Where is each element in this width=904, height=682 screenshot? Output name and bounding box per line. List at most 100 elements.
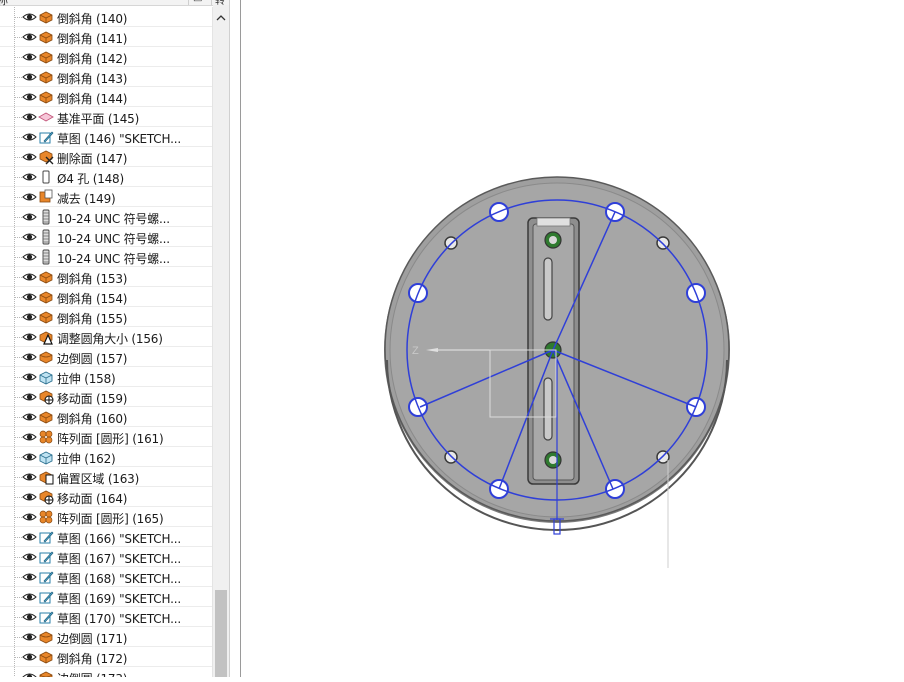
tree-row[interactable]: 倒斜角 (172) [0, 647, 212, 667]
tree-row[interactable]: 倒斜角 (142) [0, 47, 212, 67]
feature-label: 10-24 UNC 符号螺... [57, 232, 170, 246]
tree-row[interactable]: 偏置区域 (163) [0, 467, 212, 487]
visibility-eye-icon[interactable] [22, 190, 37, 204]
model-view[interactable]: Z [241, 0, 904, 677]
sketch-icon [38, 129, 54, 145]
visibility-eye-icon[interactable] [22, 130, 37, 144]
visibility-eye-icon[interactable] [22, 150, 37, 164]
feature-label: 边倒圆 (157) [57, 352, 128, 366]
tree-row[interactable]: 移动面 (159) [0, 387, 212, 407]
tree-connector [15, 297, 22, 298]
visibility-eye-icon[interactable] [22, 10, 37, 24]
tree-row[interactable]: 倒斜角 (144) [0, 87, 212, 107]
tree-row[interactable]: 草图 (167) "SKETCH... [0, 547, 212, 567]
tree-row[interactable]: 阵列面 [圆形] (161) [0, 427, 212, 447]
thread-icon [38, 249, 54, 265]
visibility-eye-icon[interactable] [22, 650, 37, 664]
tree-row[interactable]: 删除面 (147) [0, 147, 212, 167]
scroll-up-button[interactable] [213, 5, 229, 25]
visibility-eye-icon[interactable] [22, 30, 37, 44]
navigator-header: 称 □ 转 [0, 0, 230, 7]
visibility-eye-icon[interactable] [22, 270, 37, 284]
visibility-eye-icon[interactable] [22, 70, 37, 84]
tree-row[interactable]: 边倒圆 (171) [0, 627, 212, 647]
visibility-eye-icon[interactable] [22, 450, 37, 464]
visibility-eye-icon[interactable] [22, 490, 37, 504]
visibility-eye-icon[interactable] [22, 390, 37, 404]
tree-row[interactable]: 倒斜角 (143) [0, 67, 212, 87]
tree-row[interactable]: 草图 (170) "SKETCH... [0, 607, 212, 627]
panel-splitter[interactable] [230, 0, 240, 677]
tree-row[interactable]: 调整圆角大小 (156) [0, 327, 212, 347]
chamfer-icon [38, 289, 54, 305]
visibility-eye-icon[interactable] [22, 170, 37, 184]
feature-label: 倒斜角 (155) [57, 312, 128, 326]
column-header-icon[interactable]: □ [193, 0, 202, 3]
visibility-eye-icon[interactable] [22, 310, 37, 324]
tree-row[interactable]: 草图 (166) "SKETCH... [0, 527, 212, 547]
tree-row[interactable]: 草图 (146) "SKETCH... [0, 127, 212, 147]
tree-row[interactable]: 草图 (169) "SKETCH... [0, 587, 212, 607]
visibility-eye-icon[interactable] [22, 250, 37, 264]
extrude-icon [38, 369, 54, 385]
visibility-eye-icon[interactable] [22, 470, 37, 484]
visibility-eye-icon[interactable] [22, 290, 37, 304]
tree-row[interactable]: 倒斜角 (160) [0, 407, 212, 427]
tree-connector [15, 77, 22, 78]
tree-row[interactable]: 拉伸 (162) [0, 447, 212, 467]
tree-row[interactable]: 阵列面 [圆形] (165) [0, 507, 212, 527]
chamfer-icon [38, 409, 54, 425]
tree-row[interactable]: 边倒圆 (173) [0, 667, 212, 677]
visibility-eye-icon[interactable] [22, 630, 37, 644]
graphics-viewport[interactable]: Z [241, 0, 904, 677]
tree-connector [15, 157, 22, 158]
datum-plane-icon [38, 109, 54, 125]
chamfer-icon [38, 89, 54, 105]
visibility-eye-icon[interactable] [22, 110, 37, 124]
tree-row[interactable]: 10-24 UNC 符号螺... [0, 227, 212, 247]
feature-label: 10-24 UNC 符号螺... [57, 212, 170, 226]
visibility-eye-icon[interactable] [22, 50, 37, 64]
feature-label: 倒斜角 (140) [57, 12, 128, 26]
pattern-face-icon [38, 509, 54, 525]
visibility-eye-icon[interactable] [22, 570, 37, 584]
z-axis-label: Z [412, 345, 419, 357]
visibility-eye-icon[interactable] [22, 230, 37, 244]
visibility-eye-icon[interactable] [22, 530, 37, 544]
feature-label: 倒斜角 (153) [57, 272, 128, 286]
visibility-eye-icon[interactable] [22, 90, 37, 104]
vertical-scrollbar[interactable] [213, 5, 229, 677]
tree-connector [15, 657, 22, 658]
tree-connector [15, 97, 22, 98]
visibility-eye-icon[interactable] [22, 550, 37, 564]
tree-row[interactable]: Ø4 孔 (148) [0, 167, 212, 187]
tree-connector [15, 417, 22, 418]
visibility-eye-icon[interactable] [22, 350, 37, 364]
visibility-eye-icon[interactable] [22, 370, 37, 384]
visibility-eye-icon[interactable] [22, 410, 37, 424]
visibility-eye-icon[interactable] [22, 210, 37, 224]
feature-label: 草图 (168) "SKETCH... [57, 572, 181, 586]
scroll-thumb[interactable] [215, 590, 227, 677]
tree-row[interactable]: 倒斜角 (155) [0, 307, 212, 327]
visibility-eye-icon[interactable] [22, 430, 37, 444]
tree-row[interactable]: 减去 (149) [0, 187, 212, 207]
visibility-eye-icon[interactable] [22, 610, 37, 624]
tree-row[interactable]: 10-24 UNC 符号螺... [0, 207, 212, 227]
tree-row[interactable]: 移动面 (164) [0, 487, 212, 507]
visibility-eye-icon[interactable] [22, 590, 37, 604]
tree-row[interactable]: 倒斜角 (154) [0, 287, 212, 307]
feature-label: 移动面 (159) [57, 392, 128, 406]
tree-row[interactable]: 基准平面 (145) [0, 107, 212, 127]
tree-row[interactable]: 倒斜角 (153) [0, 267, 212, 287]
tree-row[interactable]: 倒斜角 (140) [0, 7, 212, 27]
tree-row[interactable]: 拉伸 (158) [0, 367, 212, 387]
tree-row[interactable]: 草图 (168) "SKETCH... [0, 567, 212, 587]
tree-row[interactable]: 边倒圆 (157) [0, 347, 212, 367]
tree-row[interactable]: 10-24 UNC 符号螺... [0, 247, 212, 267]
visibility-eye-icon[interactable] [22, 510, 37, 524]
tree-row[interactable]: 倒斜角 (141) [0, 27, 212, 47]
feature-label: 阵列面 [圆形] (161) [57, 432, 164, 446]
visibility-eye-icon[interactable] [22, 330, 37, 344]
visibility-eye-icon[interactable] [22, 670, 37, 677]
